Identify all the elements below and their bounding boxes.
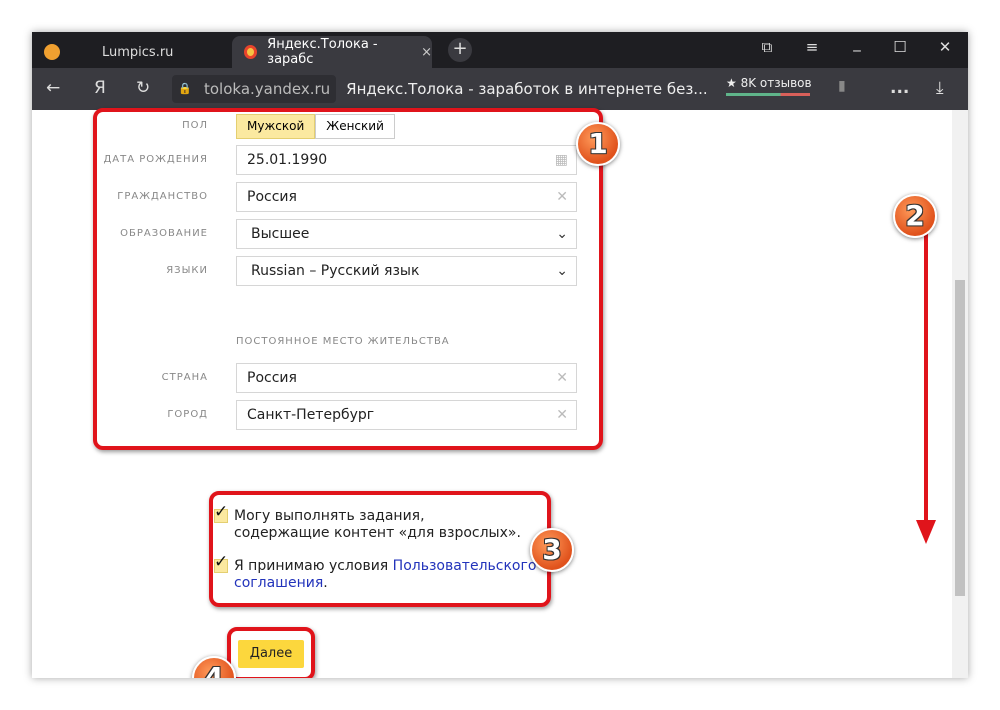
close-window-button[interactable]: ✕	[930, 38, 960, 56]
scrollbar[interactable]	[952, 110, 968, 678]
scrollbar-thumb[interactable]	[955, 280, 965, 596]
tab-lumpics[interactable]: Lumpics.ru	[32, 36, 232, 68]
annotation-badge-1: 1	[576, 122, 620, 166]
reviews-badge[interactable]: ★ 8K отзывов	[726, 76, 812, 96]
annotation-box-3	[209, 491, 551, 607]
browser-window: Lumpics.ru Яндекс.Толока - зарабс × + ⧉ ≡…	[32, 32, 968, 678]
address-bar[interactable]: 🔒 toloka.yandex.ru Яндекс.Толока - зараб…	[172, 74, 708, 104]
bookmarks-icon[interactable]: ⧉	[752, 38, 782, 56]
more-icon[interactable]: ...	[890, 78, 909, 98]
menu-icon[interactable]: ≡	[797, 38, 827, 56]
annotation-badge-2: 2	[893, 194, 937, 238]
back-icon[interactable]: ←	[46, 78, 60, 98]
lock-icon: 🔒	[172, 75, 198, 103]
minimize-button[interactable]: _	[842, 34, 872, 52]
maximize-button[interactable]: ☐	[885, 38, 915, 56]
annotation-box-1	[93, 108, 603, 450]
tab-bar: Lumpics.ru Яндекс.Толока - зарабс × + ⧉ ≡…	[32, 32, 968, 68]
tab-toloka[interactable]: Яндекс.Толока - зарабс ×	[232, 36, 432, 68]
bookmark-icon[interactable]: ▮	[838, 78, 846, 94]
annotation-box-4	[227, 627, 315, 678]
annotation-badge-3: 3	[530, 528, 574, 572]
download-icon[interactable]: ⤓	[936, 78, 944, 98]
scroll-arrow	[924, 200, 928, 525]
favicon	[244, 45, 258, 59]
rating-bar	[726, 93, 810, 96]
close-tab-icon[interactable]: ×	[421, 45, 432, 60]
page-title: Яндекс.Толока - заработок в интернете бе…	[346, 80, 708, 98]
page-content: ПОЛ Мужской Женский ДАТА РОЖДЕНИЯ 25.01.…	[32, 108, 968, 678]
yandex-icon[interactable]: Я	[94, 78, 106, 98]
toolbar: ← Я ↻ 🔒 toloka.yandex.ru Яндекс.Толока -…	[32, 68, 968, 110]
url-domain: toloka.yandex.ru	[198, 75, 337, 103]
reload-icon[interactable]: ↻	[136, 78, 150, 98]
arrow-head	[916, 520, 936, 544]
new-tab-button[interactable]: +	[448, 38, 472, 62]
favicon	[44, 44, 60, 60]
